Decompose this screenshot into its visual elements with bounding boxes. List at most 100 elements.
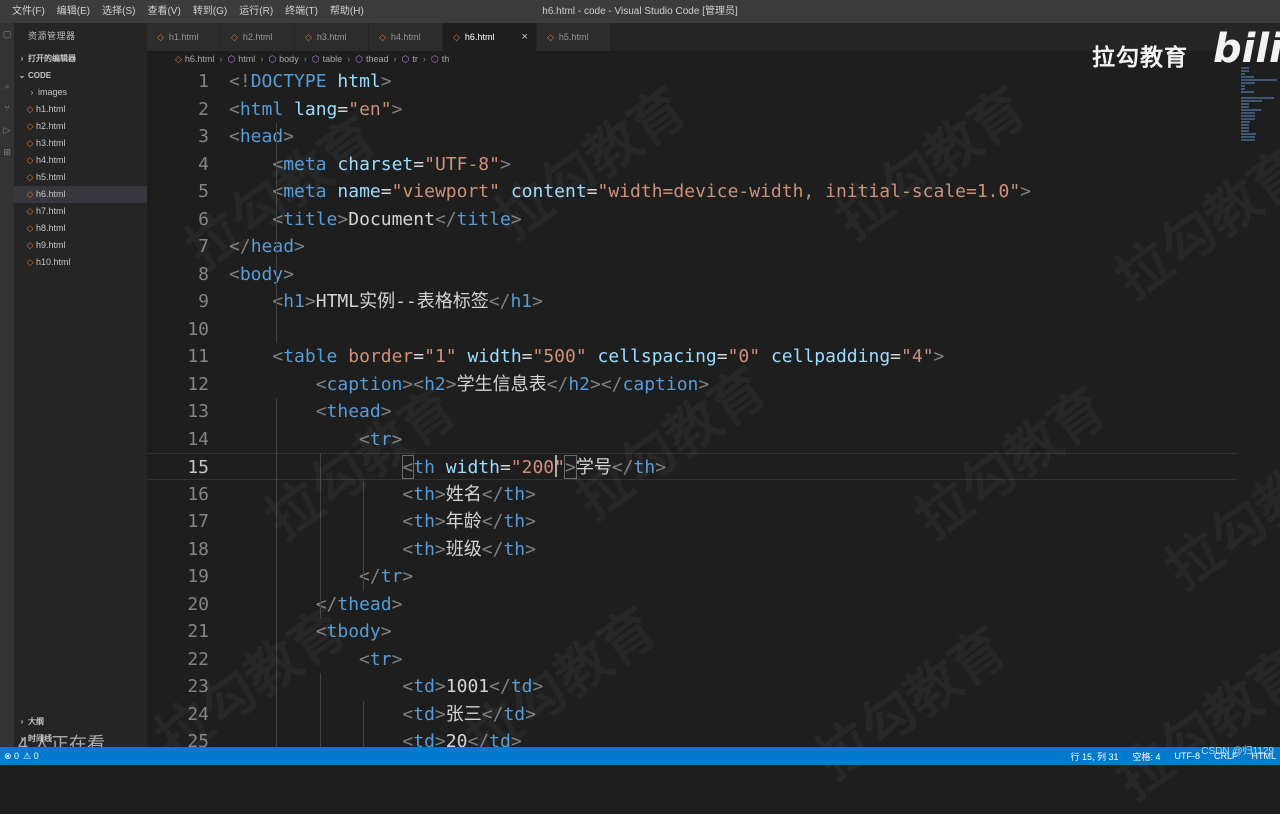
open-editors-section[interactable]: › 打开的编辑器 xyxy=(14,50,147,67)
chevron-right-icon: › xyxy=(422,54,426,64)
code-line[interactable]: 11 <table border="1" width="500" cellspa… xyxy=(147,343,1237,370)
tab-h5-html[interactable]: ◇ h5.html xyxy=(537,23,611,51)
warning-count[interactable]: ⚠ 0 xyxy=(23,751,39,762)
breadcrumb-item[interactable]: ⬡ table xyxy=(312,51,342,67)
code-token: > xyxy=(655,457,667,478)
source-control-icon[interactable]: ⑂ xyxy=(0,97,14,119)
breadcrumb-item[interactable]: ⬡ tr xyxy=(401,51,417,67)
error-count[interactable]: ⊗ 0 xyxy=(4,751,19,762)
menu-selection[interactable]: 选择(S) xyxy=(96,0,141,23)
code-token: 姓名 xyxy=(445,483,482,505)
code-line[interactable]: 14 <tr> xyxy=(147,426,1237,453)
code-token: h1 xyxy=(510,291,533,312)
code-token: th xyxy=(413,538,435,560)
code-line[interactable]: 5 <meta name="viewport" content="width=d… xyxy=(147,178,1237,205)
line-number: 13 xyxy=(187,401,209,422)
encoding[interactable]: UTF-8 xyxy=(1174,751,1200,761)
close-icon[interactable]: × xyxy=(521,23,527,51)
folder-images[interactable]: › images xyxy=(14,84,147,101)
code-token: > xyxy=(445,373,457,395)
run-icon[interactable]: ▷ xyxy=(0,119,14,141)
menu-view[interactable]: 查看(V) xyxy=(141,0,186,23)
code-line[interactable]: 8 <body> xyxy=(147,261,1237,288)
file-item[interactable]: ◇ h4.html xyxy=(14,152,147,169)
code-token: "width=device-width, initial-scale=1.0" xyxy=(597,181,1021,202)
outline-section[interactable]: › 大纲 xyxy=(14,713,147,730)
file-item[interactable]: ◇ h10.html xyxy=(14,254,147,271)
code-line[interactable]: 7 </head> xyxy=(147,233,1237,260)
code-line[interactable]: 24 <td>张三</td> xyxy=(147,701,1237,728)
file-item[interactable]: ◇ h6.html xyxy=(14,186,147,203)
minimap-line xyxy=(1241,100,1262,102)
breadcrumb-item[interactable]: ⬡ th xyxy=(431,51,449,67)
menu-run[interactable]: 运行(R) xyxy=(233,0,279,23)
explorer-icon[interactable]: ▢ xyxy=(0,23,14,45)
code-line[interactable]: 12 <caption><h2>学生信息表</h2></caption> xyxy=(147,371,1237,398)
indentation[interactable]: 空格: 4 xyxy=(1132,750,1160,763)
minimap[interactable] xyxy=(1237,67,1280,157)
tab-h2-html[interactable]: ◇ h2.html xyxy=(221,23,295,51)
menu-edit[interactable]: 编辑(E) xyxy=(51,0,96,23)
menu-terminal[interactable]: 终端(T) xyxy=(279,0,324,23)
file-label: h2.html xyxy=(36,121,66,131)
code-line[interactable]: 16 <th>姓名</th> xyxy=(147,481,1237,508)
code-token: < xyxy=(229,98,240,120)
file-item[interactable]: ◇ h3.html xyxy=(14,135,147,152)
breadcrumb-item[interactable]: ◇ h6.html xyxy=(175,51,214,67)
code-token: td xyxy=(413,703,435,725)
code-token: html xyxy=(337,71,381,92)
code-line[interactable]: 13 <thead> xyxy=(147,398,1237,425)
menu-go[interactable]: 转到(G) xyxy=(187,0,233,23)
code-line[interactable]: 25 <td>20</td> xyxy=(147,728,1237,747)
breadcrumb-item[interactable]: ⬡ html xyxy=(227,51,255,67)
code-line[interactable]: 6 <title>Document</title> xyxy=(147,206,1237,233)
html-file-icon: ◇ xyxy=(379,32,386,42)
menu-help[interactable]: 帮助(H) xyxy=(324,0,370,23)
file-item[interactable]: ◇ h7.html xyxy=(14,203,147,220)
code-token: > xyxy=(698,373,710,395)
code-line[interactable]: 15 <th width="200">学号</th> xyxy=(147,453,1237,480)
extensions-icon[interactable]: ⊞ xyxy=(0,141,14,163)
indent-guide xyxy=(319,673,321,747)
breadcrumb-label: body xyxy=(279,54,299,64)
code-line[interactable]: 4 <meta charset="UTF-8"> xyxy=(147,151,1237,178)
code-line[interactable]: 19 </tr> xyxy=(147,563,1237,590)
code-line[interactable]: 3 <head> xyxy=(147,123,1237,150)
code-line[interactable]: 9 <h1>HTML实例--表格标签</h1> xyxy=(147,288,1237,315)
file-item[interactable]: ◇ h5.html xyxy=(14,169,147,186)
cursor-position[interactable]: 行 15, 列 31 xyxy=(1070,750,1118,763)
code-line[interactable]: 2 <html lang="en"> xyxy=(147,96,1237,123)
file-item[interactable]: ◇ h8.html xyxy=(14,220,147,237)
code-token: < xyxy=(315,621,327,642)
code-line[interactable]: 1 <!DOCTYPE html> xyxy=(147,68,1237,95)
code-line[interactable]: 23 <td>1001</td> xyxy=(147,673,1237,700)
breadcrumb-item[interactable]: ⬡ thead xyxy=(355,51,388,67)
file-item[interactable]: ◇ h9.html xyxy=(14,237,147,254)
search-icon[interactable]: ⌕ xyxy=(0,75,14,97)
code-line[interactable]: 18 <th>班级</th> xyxy=(147,536,1237,563)
html-file-icon: ◇ xyxy=(26,240,34,250)
line-number: 11 xyxy=(187,346,209,367)
code-text: <table border="1" width="500" cellspacin… xyxy=(229,343,944,370)
tab-h3-html[interactable]: ◇ h3.html xyxy=(295,23,369,51)
code-line[interactable]: 20 </thead> xyxy=(147,591,1237,618)
code-line[interactable]: 22 <tr> xyxy=(147,646,1237,673)
code-token: lang xyxy=(294,98,338,120)
file-item[interactable]: ◇ h2.html xyxy=(14,118,147,135)
tab-h6-html[interactable]: ◇ h6.html × xyxy=(443,23,537,51)
workspace-root[interactable]: ⌄ CODE xyxy=(14,67,147,84)
tab-h4-html[interactable]: ◇ h4.html xyxy=(369,23,443,51)
menu-file[interactable]: 文件(F) xyxy=(6,0,51,23)
file-item[interactable]: ◇ h1.html xyxy=(14,101,147,118)
code-line[interactable]: 10 xyxy=(147,316,1237,343)
breadcrumb-item[interactable]: ⬡ body xyxy=(268,51,298,67)
code-line[interactable]: 17 <th>年龄</th> xyxy=(147,508,1237,535)
code-line[interactable]: 21 <tbody> xyxy=(147,618,1237,645)
code-editor[interactable]: 1 <!DOCTYPE html> 2 <html lang="en"> 3 <head>… xyxy=(147,67,1237,747)
tab-h1-html[interactable]: ◇ h1.html xyxy=(147,23,221,51)
